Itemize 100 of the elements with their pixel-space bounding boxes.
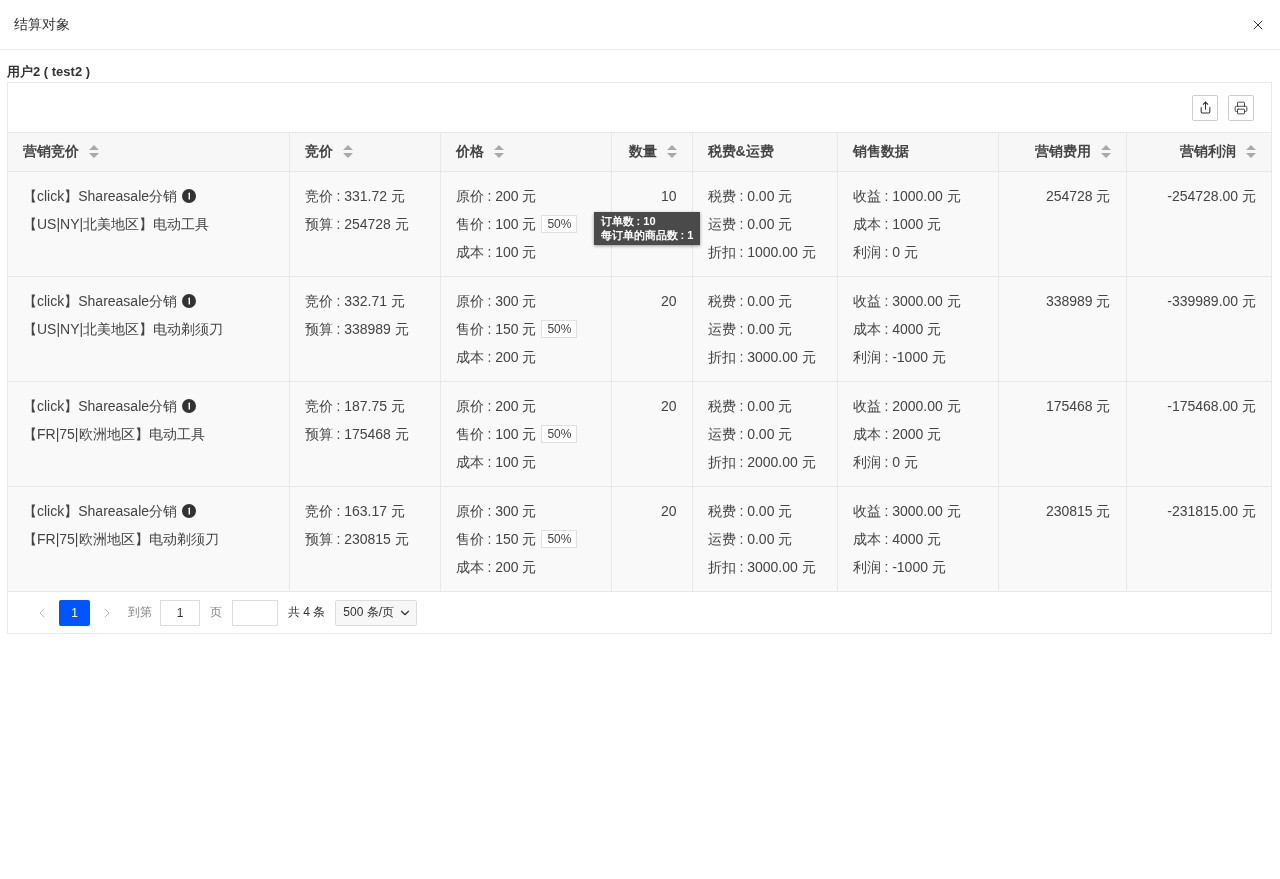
quantity-text: 20 bbox=[660, 398, 677, 414]
quantity-text: 20 bbox=[660, 293, 677, 309]
tax-text: 运费 : 0.00 元 bbox=[707, 216, 793, 232]
quantity-text: 10 bbox=[660, 188, 677, 204]
sort-icon[interactable] bbox=[1246, 145, 1256, 158]
discount-tag: 50% bbox=[541, 425, 578, 443]
column-header[interactable]: 营销利润 bbox=[1126, 133, 1271, 172]
campaign-text: 【click】Shareasale分销 bbox=[23, 293, 178, 309]
quantity-text: 20 bbox=[660, 503, 677, 519]
campaign-text: 【FR|75|欧洲地区】电动剃须刀 bbox=[23, 531, 219, 547]
discount-tag: 50% bbox=[541, 530, 578, 548]
price-text: 售价 : 150 元 bbox=[455, 321, 537, 337]
sales-text: 利润 : -1000 元 bbox=[852, 349, 946, 365]
column-header[interactable]: 竞价 bbox=[289, 133, 440, 172]
sort-icon[interactable] bbox=[1100, 145, 1111, 158]
cost-text: 338989 元 bbox=[1045, 293, 1111, 309]
sales-text: 成本 : 1000 元 bbox=[852, 216, 942, 232]
export-button[interactable] bbox=[1192, 94, 1218, 121]
price-text: 成本 : 100 元 bbox=[455, 454, 537, 470]
sales-text: 收益 : 2000.00 元 bbox=[852, 398, 961, 414]
column-header[interactable]: 营销费用 bbox=[998, 133, 1126, 172]
tooltip: 订单数 : 10 每订单的商品数 : 1 bbox=[593, 212, 701, 245]
profit-text: -231815.00 元 bbox=[1167, 503, 1256, 519]
profit-text: -339989.00 元 bbox=[1167, 293, 1256, 309]
tax-text: 运费 : 0.00 元 bbox=[707, 321, 793, 337]
price-text: 原价 : 300 元 bbox=[455, 503, 537, 519]
bid-text: 竞价 : 332.71 元 bbox=[304, 293, 405, 309]
price-text: 原价 : 200 元 bbox=[455, 188, 537, 204]
bid-text: 预算 : 230815 元 bbox=[304, 531, 409, 547]
sales-text: 收益 : 3000.00 元 bbox=[852, 293, 961, 309]
tax-text: 税费 : 0.00 元 bbox=[707, 188, 793, 204]
tax-text: 运费 : 0.00 元 bbox=[707, 531, 793, 547]
discount-tag: 50% bbox=[541, 320, 578, 338]
sales-text: 利润 : -1000 元 bbox=[852, 559, 946, 575]
column-header[interactable]: 营销竞价 bbox=[8, 133, 289, 172]
profit-text: -175468.00 元 bbox=[1167, 398, 1256, 414]
cost-text: 175468 元 bbox=[1045, 398, 1111, 414]
profit-text: -254728.00 元 bbox=[1167, 188, 1256, 204]
sales-text: 利润 : 0 元 bbox=[852, 454, 918, 470]
cost-text: 230815 元 bbox=[1045, 503, 1111, 519]
price-text: 售价 : 150 元 bbox=[455, 531, 537, 547]
tax-text: 税费 : 0.00 元 bbox=[707, 398, 793, 414]
price-text: 成本 : 200 元 bbox=[455, 559, 537, 575]
info-icon bbox=[182, 294, 197, 308]
sales-text: 收益 : 3000.00 元 bbox=[852, 503, 961, 519]
tax-text: 税费 : 0.00 元 bbox=[707, 503, 793, 519]
campaign-text: 【US|NY|北美地区】电动工具 bbox=[23, 216, 210, 232]
sales-text: 成本 : 4000 元 bbox=[852, 321, 942, 337]
column-header[interactable]: 数量 bbox=[611, 133, 692, 172]
goto-label: 到第 bbox=[128, 604, 152, 621]
page-button[interactable]: 1 bbox=[59, 599, 90, 626]
tax-text: 折扣 : 3000.00 元 bbox=[707, 559, 816, 575]
bid-text: 预算 : 175468 元 bbox=[304, 426, 409, 442]
bid-text: 预算 : 338989 元 bbox=[304, 321, 409, 337]
jump-input[interactable] bbox=[232, 599, 278, 626]
column-header[interactable]: 价格 bbox=[440, 133, 611, 172]
tax-text: 折扣 : 3000.00 元 bbox=[707, 349, 816, 365]
sales-text: 成本 : 4000 元 bbox=[852, 531, 942, 547]
bid-text: 竞价 : 187.75 元 bbox=[304, 398, 405, 414]
tax-text: 运费 : 0.00 元 bbox=[707, 426, 793, 442]
column-header: 销售数据 bbox=[837, 133, 998, 172]
column-header: 税费&运费 bbox=[692, 133, 837, 172]
page-input[interactable]: 1 bbox=[160, 599, 200, 626]
printer-icon bbox=[1234, 100, 1248, 115]
info-icon bbox=[182, 504, 197, 518]
campaign-text: 【US|NY|北美地区】电动剃须刀 bbox=[23, 321, 224, 337]
sort-icon[interactable] bbox=[342, 145, 353, 158]
page-size-select[interactable]: 500 条/页 bbox=[335, 599, 418, 626]
bid-text: 预算 : 254728 元 bbox=[304, 216, 409, 232]
price-text: 成本 : 100 元 bbox=[455, 244, 537, 260]
bid-text: 竞价 : 331.72 元 bbox=[304, 188, 405, 204]
bid-text: 竞价 : 163.17 元 bbox=[304, 503, 405, 519]
sort-icon[interactable] bbox=[89, 145, 99, 158]
sort-icon[interactable] bbox=[493, 145, 504, 158]
campaign-text: 【click】Shareasale分销 bbox=[23, 398, 178, 414]
cost-text: 254728 元 bbox=[1045, 188, 1111, 204]
price-text: 原价 : 300 元 bbox=[455, 293, 537, 309]
tax-text: 折扣 : 1000.00 元 bbox=[707, 244, 816, 260]
campaign-text: 【click】Shareasale分销 bbox=[23, 188, 178, 204]
price-text: 售价 : 100 元 bbox=[455, 216, 537, 232]
price-text: 原价 : 200 元 bbox=[455, 398, 537, 414]
page-unit: 页 bbox=[210, 604, 222, 621]
info-icon bbox=[182, 399, 197, 413]
sales-text: 收益 : 1000.00 元 bbox=[852, 188, 961, 204]
price-text: 成本 : 200 元 bbox=[455, 349, 537, 365]
sort-icon[interactable] bbox=[666, 145, 677, 158]
sales-text: 利润 : 0 元 bbox=[852, 244, 918, 260]
share-icon bbox=[1198, 101, 1212, 114]
tax-text: 税费 : 0.00 元 bbox=[707, 293, 793, 309]
campaign-text: 【FR|75|欧洲地区】电动工具 bbox=[23, 426, 205, 442]
tax-text: 折扣 : 2000.00 元 bbox=[707, 454, 816, 470]
discount-tag: 50% bbox=[541, 215, 578, 233]
price-text: 售价 : 100 元 bbox=[455, 426, 537, 442]
dialog-title: 结算对象 bbox=[14, 15, 70, 34]
campaign-text: 【click】Shareasale分销 bbox=[23, 503, 178, 519]
user-label: 用户2 ( test2 ) bbox=[7, 64, 92, 80]
sales-text: 成本 : 2000 元 bbox=[852, 426, 942, 442]
total-count: 共 4 条 bbox=[288, 604, 326, 621]
print-button[interactable] bbox=[1228, 94, 1254, 121]
info-icon bbox=[182, 189, 197, 203]
